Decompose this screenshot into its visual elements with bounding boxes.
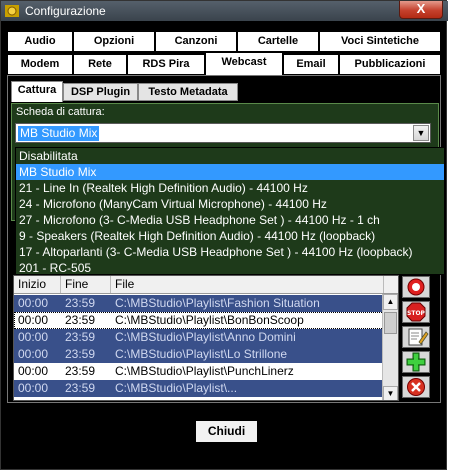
table-scrollbar[interactable]: ▲ ▼ bbox=[382, 294, 398, 400]
column-header-inizio[interactable]: Inizio bbox=[14, 276, 61, 293]
cell-end: 23:59 bbox=[65, 296, 96, 310]
tab-rds-pira[interactable]: RDS Pira bbox=[127, 54, 205, 75]
tab-webcast[interactable]: Webcast bbox=[205, 52, 283, 76]
cell-end: 23:59 bbox=[65, 347, 96, 361]
dropdown-option-selected[interactable]: MB Studio Mix bbox=[16, 164, 444, 180]
dropdown-option[interactable]: 24 - Microfono (ManyCam Virtual Micropho… bbox=[16, 196, 444, 212]
capture-card-dropdown-list: Disabilitata MB Studio Mix 21 - Line In … bbox=[15, 147, 445, 275]
cell-start: 00:00 bbox=[18, 381, 49, 395]
dropdown-option[interactable]: Disabilitata bbox=[16, 148, 444, 164]
tab-rete[interactable]: Rete bbox=[73, 54, 127, 75]
tab-canzoni[interactable]: Canzoni bbox=[155, 31, 237, 52]
column-header-file[interactable]: File bbox=[111, 276, 384, 293]
cell-end: 23:59 bbox=[65, 381, 96, 395]
cell-end: 23:59 bbox=[65, 313, 96, 327]
table-header: Inizio Fine File bbox=[14, 276, 398, 294]
tab-email[interactable]: Email bbox=[283, 54, 339, 75]
stop-sign-icon: STOP bbox=[406, 302, 426, 322]
add-button[interactable] bbox=[402, 351, 430, 373]
dropdown-option[interactable]: 21 - Line In (Realtek High Definition Au… bbox=[16, 180, 444, 196]
scroll-thumb[interactable] bbox=[384, 312, 397, 334]
add-icon bbox=[406, 352, 426, 372]
edit-button[interactable] bbox=[402, 326, 430, 348]
scroll-down-icon[interactable]: ▼ bbox=[383, 386, 398, 400]
cell-start: 00:00 bbox=[18, 330, 49, 344]
subtab-dsp-plugin[interactable]: DSP Plugin bbox=[63, 83, 138, 101]
record-icon bbox=[407, 278, 425, 296]
app-icon bbox=[5, 5, 19, 17]
table-row[interactable]: 00:00 23:59 C:\MBStudio\Playlist\BonBonS… bbox=[14, 312, 384, 329]
scroll-up-icon[interactable]: ▲ bbox=[383, 294, 398, 310]
tab-voci-sintetiche[interactable]: Voci Sintetiche bbox=[319, 31, 441, 52]
cell-file: C:\MBStudio\Playlist\Anno Domini bbox=[115, 330, 296, 344]
cell-file: C:\MBStudio\Playlist\Fashion Situation bbox=[115, 296, 320, 310]
chevron-down-icon[interactable]: ▼ bbox=[413, 125, 429, 141]
capture-card-selected-value: MB Studio Mix bbox=[18, 126, 100, 141]
cell-end: 23:59 bbox=[65, 364, 96, 378]
column-header-fine[interactable]: Fine bbox=[61, 276, 111, 293]
cell-file: C:\MBStudio\Playlist\... bbox=[115, 381, 238, 395]
chiudi-button[interactable]: Chiudi bbox=[194, 419, 259, 444]
tab-audio[interactable]: Audio bbox=[7, 31, 73, 52]
record-button[interactable] bbox=[402, 276, 430, 298]
table-row[interactable]: 00:00 23:59 C:\MBStudio\Playlist\PunchLi… bbox=[14, 363, 384, 380]
cell-start: 00:00 bbox=[18, 364, 49, 378]
cell-start: 00:00 bbox=[18, 347, 49, 361]
dropdown-option[interactable]: 27 - Microfono (3- C-Media USB Headphone… bbox=[16, 212, 444, 228]
cell-start: 00:00 bbox=[18, 313, 49, 327]
delete-icon bbox=[407, 378, 425, 396]
cell-start: 00:00 bbox=[18, 296, 49, 310]
cell-end: 23:59 bbox=[65, 330, 96, 344]
capture-card-select[interactable]: MB Studio Mix ▼ bbox=[15, 123, 431, 143]
config-window: Configurazione X Audio Opzioni Canzoni C… bbox=[0, 0, 448, 470]
cell-file: C:\MBStudio\Playlist\PunchLinerz bbox=[115, 364, 294, 378]
dropdown-option[interactable]: 17 - Altoparlanti (3- C-Media USB Headph… bbox=[16, 244, 444, 260]
dropdown-option[interactable]: 9 - Speakers (Realtek High Definition Au… bbox=[16, 228, 444, 244]
tab-cartelle[interactable]: Cartelle bbox=[237, 31, 319, 52]
subtab-cattura[interactable]: Cattura bbox=[11, 81, 63, 102]
dropdown-option[interactable]: 201 - RC-505 bbox=[16, 260, 444, 274]
table-row[interactable]: 00:00 23:59 C:\MBStudio\Playlist\Lo Stri… bbox=[14, 346, 384, 363]
stop-button[interactable]: STOP bbox=[402, 301, 430, 323]
capture-card-label: Scheda di cattura: bbox=[16, 106, 105, 118]
title-bar: Configurazione X bbox=[1, 1, 448, 21]
close-window-button[interactable]: X bbox=[399, 1, 443, 19]
cell-file: C:\MBStudio\Playlist\BonBonScoop bbox=[115, 313, 304, 327]
table-row[interactable]: 00:00 23:59 C:\MBStudio\Playlist\Fashion… bbox=[14, 295, 384, 312]
stop-sign-label: STOP bbox=[407, 310, 426, 317]
delete-button[interactable] bbox=[402, 376, 430, 398]
edit-icon bbox=[408, 328, 429, 346]
table-row[interactable]: 00:00 23:59 C:\MBStudio\Playlist\... bbox=[14, 380, 384, 397]
tab-opzioni[interactable]: Opzioni bbox=[73, 31, 155, 52]
cell-file: C:\MBStudio\Playlist\Lo Strillone bbox=[115, 347, 288, 361]
table-row[interactable]: 00:00 23:59 C:\MBStudio\Playlist\Anno Do… bbox=[14, 329, 384, 346]
window-title: Configurazione bbox=[25, 4, 106, 18]
tab-modem[interactable]: Modem bbox=[7, 54, 73, 75]
tab-pubblicazioni[interactable]: Pubblicazioni bbox=[339, 54, 441, 75]
subtab-testo-metadata[interactable]: Testo Metadata bbox=[138, 83, 238, 101]
playlist-table: Inizio Fine File 00:00 23:59 C:\MBStudio… bbox=[13, 275, 399, 401]
